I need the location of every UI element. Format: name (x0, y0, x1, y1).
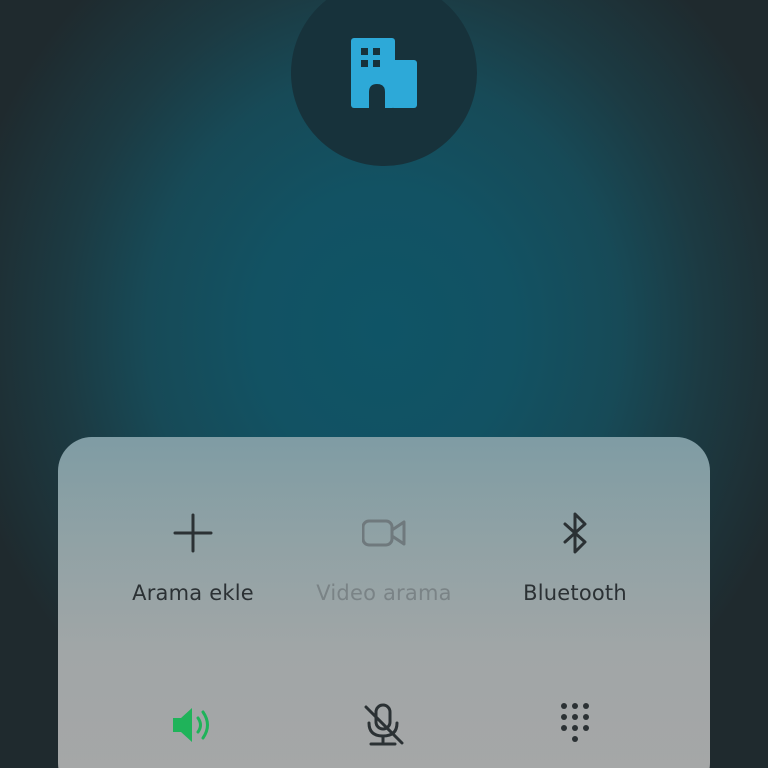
video-camera-icon (362, 511, 406, 555)
microphone-muted-icon (362, 703, 406, 747)
video-call-label: Video arama (316, 581, 452, 605)
bluetooth-label: Bluetooth (523, 581, 627, 605)
dialpad-icon (553, 703, 597, 747)
bluetooth-icon (553, 511, 597, 555)
speaker-icon (171, 703, 215, 747)
plus-icon (171, 511, 215, 555)
building-icon (351, 38, 417, 108)
contact-avatar (291, 0, 477, 166)
add-call-label: Arama ekle (132, 581, 254, 605)
